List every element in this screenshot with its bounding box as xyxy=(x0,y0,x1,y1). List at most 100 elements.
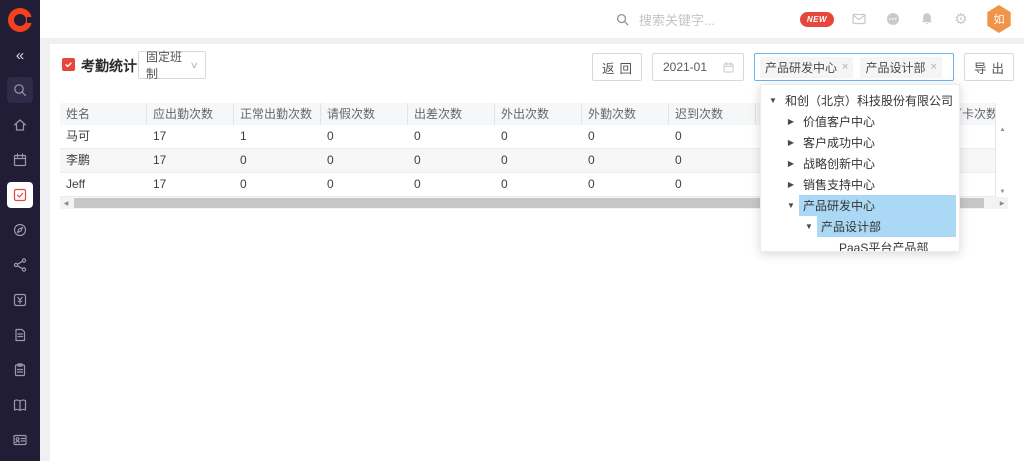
tree-node[interactable]: ▼产品研发中心 xyxy=(761,195,959,216)
tree-node-label[interactable]: 客户成功中心 xyxy=(799,132,879,153)
tree-node-label[interactable]: 和创（北京）科技股份有限公司 xyxy=(781,90,957,111)
tree-node[interactable]: ▼和创（北京）科技股份有限公司 xyxy=(761,90,959,111)
tree-node-label[interactable]: 销售支持中心 xyxy=(799,174,879,195)
table-cell: 0 xyxy=(321,149,408,172)
export-button-label: 导出 xyxy=(974,58,1009,77)
sidebar-item-calendar[interactable] xyxy=(7,147,33,173)
tree-expand-icon[interactable]: ▶ xyxy=(785,139,797,147)
app-logo-icon[interactable] xyxy=(8,8,32,32)
table-cell: 0 xyxy=(582,125,669,148)
tree-node[interactable]: ▼产品设计部 xyxy=(761,216,959,237)
table-cell: 0 xyxy=(234,149,321,172)
tree-node[interactable]: ▶战略创新中心 xyxy=(761,153,959,174)
chevron-down-icon: ∨ xyxy=(190,60,199,71)
tree-node-label[interactable]: 战略创新中心 xyxy=(799,153,879,174)
sidebar-item-currency[interactable] xyxy=(7,287,33,313)
sidebar-item-home[interactable] xyxy=(7,112,33,138)
logo-notch xyxy=(27,17,34,23)
document-icon xyxy=(12,327,28,343)
department-multiselect[interactable]: 产品研发中心 × 产品设计部 × xyxy=(754,53,954,81)
sidebar-item-collapse[interactable]: « xyxy=(7,42,33,68)
month-picker-value: 2021-01 xyxy=(653,60,722,74)
sidebar-item-idcard[interactable] xyxy=(7,427,33,453)
bell-icon xyxy=(919,11,935,27)
attendance-module-icon xyxy=(62,58,75,71)
table-cell: 0 xyxy=(582,149,669,172)
avatar[interactable]: 如 xyxy=(986,5,1012,33)
tree-expand-icon[interactable]: ▶ xyxy=(785,118,797,126)
sidebar-item-document[interactable] xyxy=(7,322,33,348)
back-button-label: 返回 xyxy=(602,58,637,77)
gear-icon[interactable]: ⚙ xyxy=(952,10,970,28)
calendar-icon xyxy=(722,61,735,74)
sidebar-item-attendance[interactable] xyxy=(7,182,33,208)
compass-icon xyxy=(12,222,28,238)
column-header: 正常出勤次数 xyxy=(234,103,321,125)
tree-node[interactable]: ▶价值客户中心 xyxy=(761,111,959,132)
tree-node-label[interactable]: 产品研发中心 xyxy=(799,195,956,216)
tag-remove-icon[interactable]: × xyxy=(930,62,936,73)
collapse-icon: « xyxy=(16,47,24,64)
tree-expand-icon[interactable]: ▼ xyxy=(803,223,815,231)
column-header: 请假次数 xyxy=(321,103,408,125)
tree-expand-icon[interactable]: ▶ xyxy=(785,160,797,168)
search-icon xyxy=(12,82,28,98)
column-header: 应出勤次数 xyxy=(147,103,234,125)
column-header: 迟到次数 xyxy=(669,103,756,125)
search-input[interactable]: 搜索关键字... xyxy=(639,10,715,29)
back-button[interactable]: 返回 xyxy=(592,53,642,81)
mail-icon xyxy=(851,11,867,27)
tag-label: 产品研发中心 xyxy=(765,59,837,76)
tree-node-label[interactable]: 产品设计部 xyxy=(817,216,956,237)
tree-node-label[interactable]: PaaS平台产品部 xyxy=(835,237,932,252)
scroll-right-icon[interactable]: ▶ xyxy=(996,197,1008,209)
department-tree-dropdown: ▼和创（北京）科技股份有限公司▶价值客户中心▶客户成功中心▶战略创新中心▶销售支… xyxy=(760,84,960,252)
table-cell: 0 xyxy=(669,125,756,148)
table-right-border xyxy=(995,103,996,197)
mail-icon[interactable] xyxy=(850,10,868,28)
table-cell: 17 xyxy=(147,173,234,196)
topbar-icon-group: ⚙ xyxy=(850,10,970,28)
selected-tag: 产品研发中心 × xyxy=(760,57,853,78)
vertical-scrollbar[interactable]: ▲ ▼ xyxy=(997,125,1008,197)
sidebar-item-search[interactable] xyxy=(7,77,33,103)
table-cell: 0 xyxy=(495,149,582,172)
tree-expand-icon[interactable]: ▼ xyxy=(767,97,779,105)
sidebar-item-compass[interactable] xyxy=(7,217,33,243)
tree-node-label[interactable]: 价值客户中心 xyxy=(799,111,879,132)
tree-node[interactable]: ▶销售支持中心 xyxy=(761,174,959,195)
tree-expand-icon[interactable]: ▶ xyxy=(785,181,797,189)
page-title: 考勤统计 xyxy=(81,56,137,76)
tree-node[interactable]: PaaS平台产品部 xyxy=(761,237,959,252)
idcard-icon xyxy=(12,432,28,448)
table-cell: 0 xyxy=(495,125,582,148)
scroll-down-icon[interactable]: ▼ xyxy=(1000,187,1006,197)
clipboard-icon xyxy=(12,362,28,378)
tag-remove-icon[interactable]: × xyxy=(842,62,848,73)
tree-node[interactable]: ▶客户成功中心 xyxy=(761,132,959,153)
calendar-icon xyxy=(12,152,28,168)
attendance-icon xyxy=(12,187,28,203)
shift-type-select[interactable]: 固定班制 ∨ xyxy=(138,51,206,79)
tag-label: 产品设计部 xyxy=(865,59,925,76)
scroll-left-icon[interactable]: ◀ xyxy=(60,197,72,209)
chat-icon[interactable] xyxy=(884,10,902,28)
sidebar-item-book[interactable] xyxy=(7,392,33,418)
table-cell: 0 xyxy=(408,149,495,172)
tree-expand-icon[interactable]: ▼ xyxy=(785,202,797,210)
table-cell: 0 xyxy=(408,173,495,196)
table-cell: 17 xyxy=(147,149,234,172)
global-search[interactable]: 搜索关键字... xyxy=(615,0,715,38)
column-header: 外勤次数 xyxy=(582,103,669,125)
scroll-up-icon[interactable]: ▲ xyxy=(1000,125,1006,135)
month-picker[interactable]: 2021-01 xyxy=(652,53,744,81)
sidebar-item-clipboard[interactable] xyxy=(7,357,33,383)
export-button[interactable]: 导出 xyxy=(964,53,1014,81)
table-cell: 0 xyxy=(321,173,408,196)
table-cell: 0 xyxy=(582,173,669,196)
new-badge: NEW xyxy=(800,12,834,27)
bell-icon[interactable] xyxy=(918,10,936,28)
table-cell: 0 xyxy=(669,149,756,172)
column-header: 姓名 xyxy=(60,103,147,125)
sidebar-item-share[interactable] xyxy=(7,252,33,278)
